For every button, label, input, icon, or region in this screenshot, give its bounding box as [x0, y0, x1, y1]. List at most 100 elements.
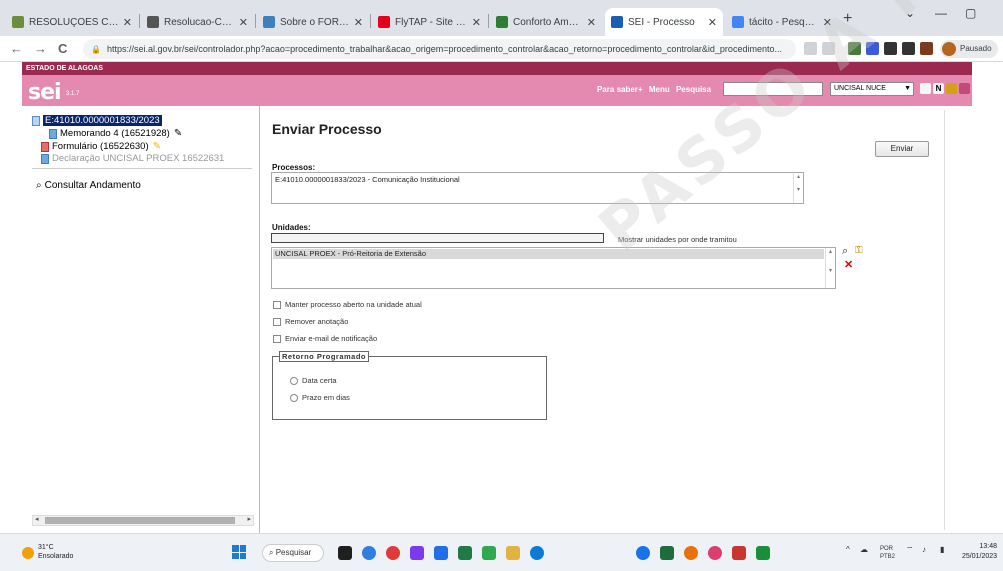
close-icon[interactable]: ✕	[823, 16, 832, 29]
tray-cloud-icon[interactable]: ☁	[860, 545, 868, 554]
remove-unit-icon[interactable]: ✕	[844, 258, 853, 271]
tree-process-node[interactable]: E:41010.0000001833/2023	[32, 115, 162, 126]
close-icon[interactable]: ✕	[123, 16, 132, 29]
excel-icon[interactable]	[458, 546, 472, 560]
app-yellow-icon[interactable]	[756, 546, 770, 560]
extensions-puzzle-icon[interactable]	[884, 42, 897, 55]
option-keep-open[interactable]: Manter processo aberto na unidade atual	[273, 300, 422, 309]
new-tab-button[interactable]: +	[843, 10, 852, 28]
tree-document-item[interactable]: Formulário (16522630) ✎	[41, 141, 161, 152]
tools-icon[interactable]	[959, 83, 970, 94]
unit-select[interactable]: UNCISAL NUCE ▼	[830, 82, 914, 96]
tree-horizontal-scrollbar[interactable]: ◂ ▸	[32, 515, 254, 526]
lock-icon[interactable]: ⚿	[855, 245, 863, 256]
app-purple-icon[interactable]	[410, 546, 424, 560]
share-icon[interactable]	[804, 42, 817, 55]
grid-icon[interactable]	[920, 83, 931, 94]
app-green-icon[interactable]	[482, 546, 496, 560]
process-entry: E:41010.0000001833/2023 - Comunicação In…	[275, 175, 460, 184]
checkbox[interactable]	[273, 334, 281, 343]
app-red-icon[interactable]	[386, 546, 400, 560]
clock[interactable]: 13:48 25/01/2023	[962, 542, 997, 562]
news-icon[interactable]: N	[933, 83, 944, 94]
link-pesquisa[interactable]: Pesquisa	[676, 85, 711, 94]
send-button[interactable]: Enviar	[875, 141, 929, 157]
consult-andamento-link[interactable]: ⌕ Consultar Andamento	[36, 180, 141, 191]
selected-units-list[interactable]: UNCISAL PROEX - Pró-Reitoria de Extensão…	[271, 247, 836, 289]
scrollbar-thumb[interactable]	[45, 517, 235, 524]
unit-search-input[interactable]	[271, 233, 604, 243]
battery-icon[interactable]: ▮	[940, 545, 944, 554]
sidebar-icon[interactable]	[902, 42, 915, 55]
processes-list[interactable]: E:41010.0000001833/2023 - Comunicação In…	[271, 172, 804, 204]
radio-button[interactable]	[290, 376, 298, 385]
edge-icon[interactable]	[530, 546, 544, 560]
tab-flytap[interactable]: FlyTAP - Site oficial ✕	[372, 8, 487, 36]
close-icon[interactable]: ✕	[354, 16, 363, 29]
show-units-label[interactable]: Mostrar unidades por onde tramitou	[618, 235, 737, 244]
tree-document-item[interactable]: Memorando 4 (16521928) ✎	[49, 128, 182, 139]
weather-widget[interactable]: 31°C Ensolarado	[38, 543, 73, 561]
option-remove-note[interactable]: Remover anotação	[273, 317, 348, 326]
list-scrollbar[interactable]: ▴ ▾	[793, 173, 803, 203]
app-shield-icon[interactable]	[732, 546, 746, 560]
app-orange-icon[interactable]	[684, 546, 698, 560]
list-scrollbar[interactable]: ▴ ▾	[825, 248, 835, 288]
url-bar[interactable]: 🔒 https://sei.al.gov.br/sei/controlador.…	[83, 39, 796, 59]
folder-icon[interactable]	[506, 546, 520, 560]
option-send-email[interactable]: Enviar e-mail de notificação	[273, 334, 377, 343]
forward-icon[interactable]: →	[34, 41, 47, 56]
chrome-icon[interactable]	[362, 546, 376, 560]
tab-pesquisa-google[interactable]: tácito - Pesquisa Goo ✕	[726, 8, 838, 36]
close-icon[interactable]: ✕	[472, 16, 481, 29]
extension-icon[interactable]	[920, 42, 933, 55]
taskbar-search[interactable]: ⌕ Pesquisar	[262, 544, 324, 562]
app-pink-icon[interactable]	[708, 546, 722, 560]
tab-search-icon[interactable]: ⌄	[905, 6, 915, 20]
app-blue-2-icon[interactable]	[636, 546, 650, 560]
file-explorer-icon[interactable]	[338, 546, 352, 560]
language-indicator[interactable]: POR PTB2	[880, 545, 895, 561]
return-scheduled-group: Retorno Programado Data certa Prazo em d…	[272, 351, 547, 420]
lang-layout: PTB2	[880, 554, 896, 560]
user-icon[interactable]	[946, 83, 957, 94]
scroll-left-icon[interactable]: ◂	[35, 515, 39, 523]
extension-icon[interactable]	[866, 42, 879, 55]
minimize-icon[interactable]: —	[935, 6, 947, 20]
link-menu[interactable]: Menu	[649, 85, 670, 94]
tab-conforto-ambiental[interactable]: Conforto Ambiental ✕	[490, 8, 602, 36]
tree-document-item[interactable]: Declaração UNCISAL PROEX 16522631	[41, 153, 224, 164]
tab-forproex[interactable]: Sobre o FORPROEX ✕	[257, 8, 369, 36]
checkbox[interactable]	[273, 317, 281, 326]
reload-icon[interactable]: C	[58, 41, 67, 56]
tab-resolucao-consu[interactable]: Resolucao-Consu-n° ✕	[141, 8, 254, 36]
close-icon[interactable]: ✕	[708, 16, 717, 29]
back-icon[interactable]: ←	[10, 41, 23, 56]
scroll-right-icon[interactable]: ▸	[247, 515, 251, 523]
weather-sun-icon[interactable]	[22, 547, 34, 559]
app-dark-icon[interactable]	[660, 546, 674, 560]
bookmark-star-icon[interactable]	[822, 42, 835, 55]
sei-search-input[interactable]	[723, 82, 823, 96]
profile-button[interactable]: Pausado	[940, 40, 998, 58]
radio-button[interactable]	[290, 393, 298, 402]
radio-data-certa[interactable]: Data certa	[290, 376, 337, 385]
link-para-saber[interactable]: Para saber+	[597, 85, 643, 94]
windows-start-icon[interactable]	[232, 545, 246, 559]
close-icon[interactable]: ✕	[587, 16, 596, 29]
tray-chevron-icon[interactable]: ^	[846, 545, 850, 554]
main-vertical-scrollbar[interactable]	[944, 110, 952, 530]
wifi-icon[interactable]: ⌔	[906, 545, 914, 555]
tab-sei-processo[interactable]: SEI - Processo ✕	[605, 8, 723, 36]
maximize-icon[interactable]: ▢	[965, 6, 976, 20]
selected-unit-row[interactable]: UNCISAL PROEX - Pró-Reitoria de Extensão	[273, 249, 824, 259]
sei-logo[interactable]: sei	[28, 80, 62, 105]
tab-resolucoes-consu[interactable]: RESOLUÇÕES CONSU ✕	[6, 8, 138, 36]
app-blue-icon[interactable]	[434, 546, 448, 560]
close-icon[interactable]: ✕	[239, 16, 248, 29]
search-units-icon[interactable]: ⌕	[842, 245, 848, 258]
volume-icon[interactable]: ♪	[922, 545, 926, 554]
checkbox[interactable]	[273, 300, 281, 309]
radio-prazo-dias[interactable]: Prazo em dias	[290, 393, 350, 402]
extension-icon[interactable]	[848, 42, 861, 55]
